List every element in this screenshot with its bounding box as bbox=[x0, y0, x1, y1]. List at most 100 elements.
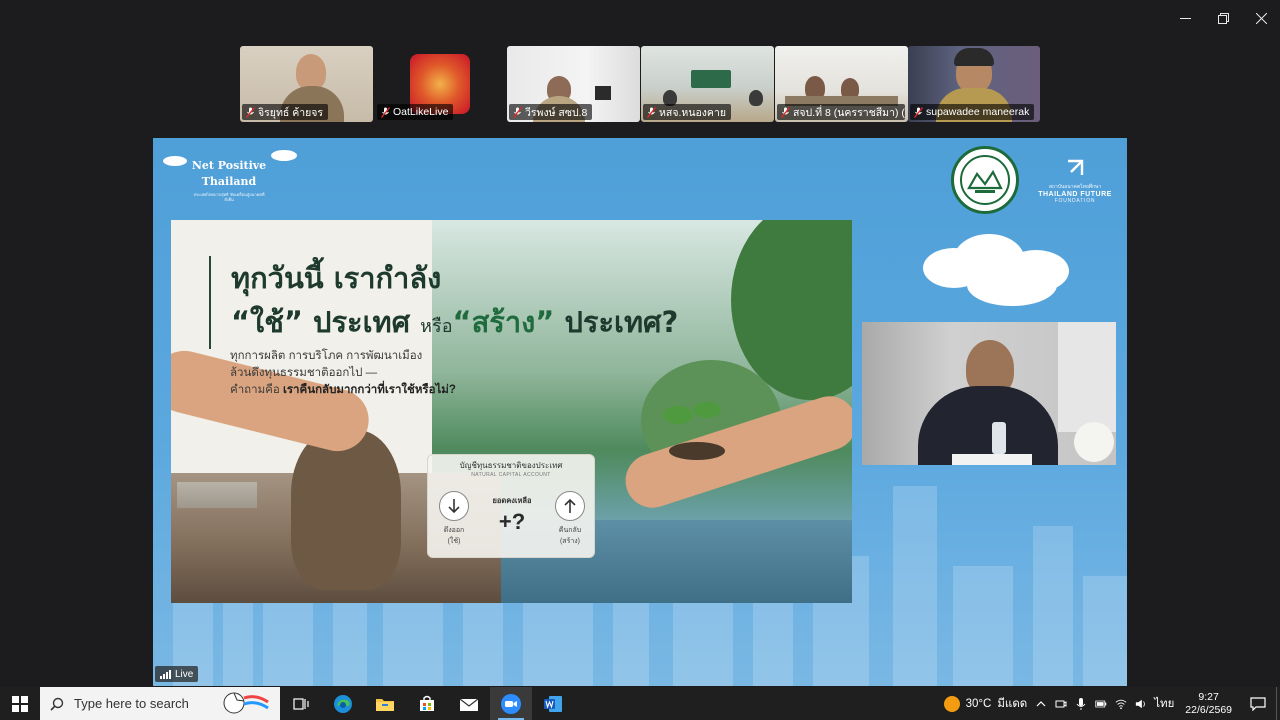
participant-tile[interactable]: สจป.ที่ 8 (นครราชสีมา) (น... bbox=[775, 46, 908, 122]
taskbar-search-box[interactable]: Type here to search bbox=[40, 687, 280, 720]
word-icon bbox=[544, 695, 562, 712]
zoom-icon bbox=[501, 693, 521, 714]
subtext-question: เราคืนกลับมากกว่าที่เราใช้หรือไม่? bbox=[282, 384, 456, 396]
return-label: คืนกลับ bbox=[558, 527, 582, 534]
arrow-down-icon bbox=[439, 491, 469, 521]
zoom-taskbar-button[interactable] bbox=[490, 687, 532, 720]
subtext-line-2: ล้วนดึงทุนธรรมชาติออกไป — bbox=[230, 367, 378, 379]
wifi-tray-button[interactable] bbox=[1111, 687, 1131, 720]
volume-tray-button[interactable] bbox=[1131, 687, 1151, 720]
microphone-tray-button[interactable] bbox=[1071, 687, 1091, 720]
soil-clump bbox=[291, 430, 401, 590]
close-button[interactable] bbox=[1242, 0, 1280, 36]
edge-taskbar-button[interactable] bbox=[322, 687, 364, 720]
desk-paper bbox=[952, 454, 1032, 465]
mail-taskbar-button[interactable] bbox=[448, 687, 490, 720]
natural-capital-account-card: บัญชีทุนธรรมชาติของประเทศ NATURAL CAPITA… bbox=[427, 454, 595, 558]
account-subtitle: NATURAL CAPITAL ACCOUNT bbox=[471, 472, 551, 478]
language-label: ไทย bbox=[1154, 697, 1175, 710]
clock-time: 9:27 bbox=[1198, 690, 1219, 703]
balance-value: +? bbox=[498, 509, 526, 534]
sprout-leaf bbox=[663, 406, 693, 424]
subtext-line-3: คำถามคือ เราคืนกลับมากกว่าที่เราใช้หรือไ… bbox=[230, 382, 456, 399]
search-icon bbox=[50, 697, 64, 711]
participant-name-tag: จิรยุทธ์ ค้ายจร bbox=[242, 104, 329, 120]
microphone-icon bbox=[1076, 697, 1086, 710]
water-bottle bbox=[992, 422, 1006, 454]
sprout-leaf bbox=[693, 402, 721, 418]
agency-seal-logo bbox=[951, 146, 1019, 214]
search-highlight-image bbox=[222, 692, 270, 714]
headline-build: “สร้าง” bbox=[452, 305, 555, 339]
headline-line-2: “ใช้” ประเทศ หรือ“สร้าง” ประเทศ? bbox=[231, 300, 678, 349]
chevron-up-icon bbox=[1036, 700, 1046, 706]
participant-tile[interactable]: จิรยุทธ์ ค้ายจร bbox=[240, 46, 373, 122]
thailand-future-foundation-logo: สถาบันอนาคตไทยศึกษา THAILAND FUTURE FOUN… bbox=[1037, 158, 1113, 204]
battery-tray-button[interactable] bbox=[1091, 687, 1111, 720]
restore-button[interactable] bbox=[1204, 0, 1242, 36]
participant-tile[interactable]: OatLikeLive bbox=[375, 46, 505, 122]
folder-icon bbox=[376, 698, 394, 711]
participant-name-tag: หสจ.หนองคาย bbox=[643, 104, 732, 120]
language-indicator[interactable]: ไทย bbox=[1151, 687, 1177, 720]
participant-hair bbox=[954, 48, 994, 66]
balance-label: ยอดคงเหลือ bbox=[492, 496, 532, 505]
edge-icon bbox=[334, 694, 352, 713]
tff-mark-icon bbox=[1068, 159, 1084, 175]
task-view-button[interactable] bbox=[280, 687, 322, 720]
headline-country: ประเทศ? bbox=[564, 305, 679, 339]
battery-icon bbox=[1095, 700, 1107, 707]
word-taskbar-button[interactable] bbox=[532, 687, 574, 720]
mic-muted-icon bbox=[914, 106, 923, 118]
presentation-slide: ทุกวันนี้ เรากำลัง “ใช้” ประเทศ หรือ“สร้… bbox=[171, 220, 852, 603]
store-taskbar-button[interactable] bbox=[406, 687, 448, 720]
show-hidden-icons-button[interactable] bbox=[1031, 687, 1051, 720]
tff-sub: FOUNDATION bbox=[1054, 198, 1096, 204]
weather-temperature: 30°C bbox=[965, 697, 992, 710]
speaker-video-inset bbox=[862, 322, 1116, 465]
camera-tray-button[interactable] bbox=[1051, 687, 1071, 720]
participant-name: supawadee maneerak bbox=[926, 106, 1030, 118]
live-label: Live bbox=[175, 668, 194, 680]
weather-widget[interactable]: 30°C มีแดด bbox=[940, 687, 1032, 720]
notification-center-button[interactable] bbox=[1240, 687, 1276, 720]
participant-name: OatLikeLive bbox=[393, 106, 449, 118]
show-desktop-button[interactable] bbox=[1276, 687, 1280, 720]
file-explorer-taskbar-button[interactable] bbox=[364, 687, 406, 720]
clock[interactable]: 9:27 22/6/2569 bbox=[1177, 687, 1240, 720]
start-button[interactable] bbox=[0, 687, 40, 720]
minimize-button[interactable] bbox=[1166, 0, 1204, 36]
withdraw-label: ดึงออก bbox=[443, 527, 465, 534]
search-placeholder: Type here to search bbox=[74, 696, 189, 711]
withdraw-sub: (ใช้) bbox=[447, 538, 461, 545]
mail-icon bbox=[459, 698, 479, 711]
task-view-icon bbox=[293, 697, 309, 710]
participant-name: จิรยุทธ์ ค้ายจร bbox=[258, 106, 324, 119]
live-indicator[interactable]: Live bbox=[155, 666, 199, 682]
slide-subtext: ทุกการผลิต การบริโภค การพัฒนาเมือง ล้วนด… bbox=[230, 348, 456, 399]
headline-use: “ใช้” ประเทศ bbox=[231, 305, 411, 339]
participant-tile[interactable]: supawadee maneerak bbox=[908, 46, 1040, 122]
shared-screen[interactable]: Net Positive Thailand ประเทศไทยบวกสุทธิ … bbox=[153, 138, 1127, 686]
mic-muted-icon bbox=[513, 106, 522, 118]
participant-name: สจป.ที่ 8 (นครราชสีมา) (น... bbox=[793, 106, 905, 119]
brand-line-2: Thailand bbox=[201, 175, 257, 188]
participant-tile[interactable]: หสจ.หนองคาย bbox=[641, 46, 774, 122]
account-title: บัญชีทุนธรรมชาติของประเทศ bbox=[459, 461, 563, 470]
cloud-decoration bbox=[163, 156, 187, 166]
room-banner bbox=[691, 70, 731, 88]
windows-taskbar: Type here to search 30°C มีแดด ไทย 9:27 … bbox=[0, 687, 1280, 720]
arrow-up-icon bbox=[555, 491, 585, 521]
system-tray: 30°C มีแดด ไทย 9:27 22/6/2569 bbox=[940, 687, 1280, 720]
participant-name-tag: OatLikeLive bbox=[377, 104, 454, 120]
participant-tile[interactable]: วีรพงษ์ สซป.8 bbox=[507, 46, 640, 122]
subtext-question-prefix: คำถามคือ bbox=[230, 384, 283, 396]
window-controls bbox=[1166, 0, 1280, 36]
flowers bbox=[1074, 422, 1114, 462]
close-icon bbox=[1255, 12, 1267, 24]
brand-line-1: Net Positive bbox=[191, 159, 267, 172]
headline-or: หรือ bbox=[420, 316, 453, 337]
wifi-icon bbox=[1115, 699, 1127, 709]
store-bag-icon bbox=[420, 695, 434, 711]
mic-muted-icon bbox=[647, 106, 656, 118]
